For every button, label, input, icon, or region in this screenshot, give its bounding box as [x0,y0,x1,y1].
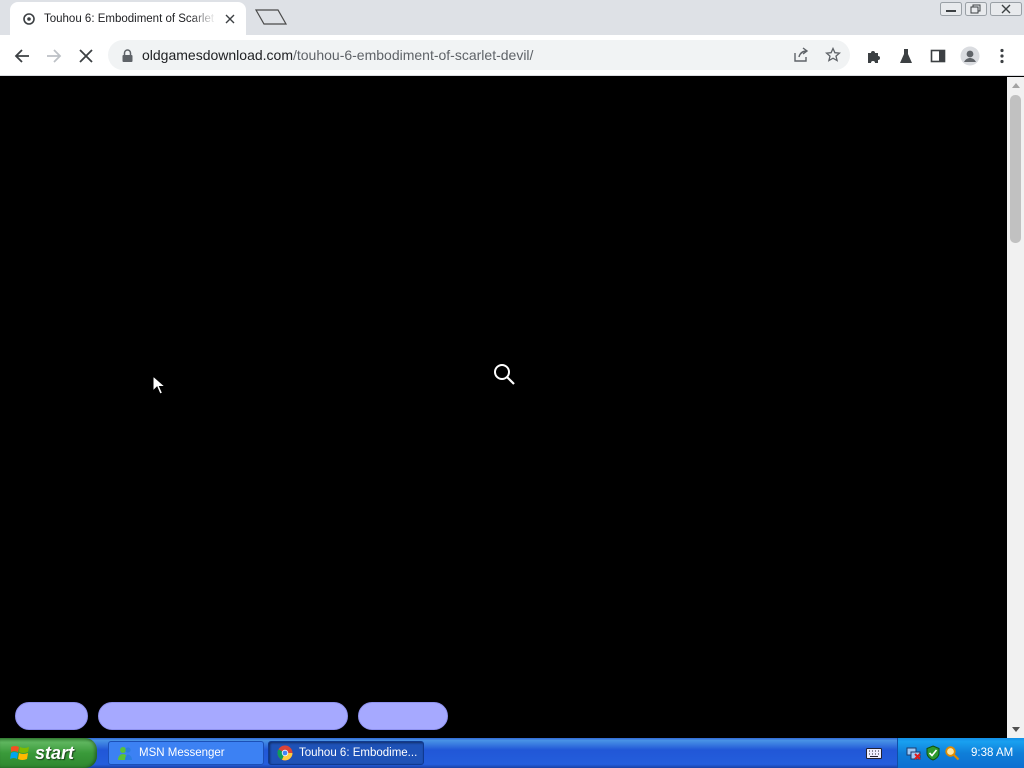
msn-messenger-icon [118,747,132,760]
profile-button[interactable] [957,43,983,69]
bookmark-button[interactable] [823,45,843,65]
site-favicon-icon [22,12,36,26]
back-button[interactable] [9,43,35,69]
browser-tab-strip: Touhou 6: Embodiment of Scarlet Devil [0,0,1024,35]
close-tab-icon[interactable] [222,11,238,27]
browser-tab[interactable]: Touhou 6: Embodiment of Scarlet Devil [10,2,246,35]
browser-menu-button[interactable] [989,43,1015,69]
tab-title: Touhou 6: Embodiment of Scarlet Devil [44,12,216,25]
vertical-scrollbar[interactable] [1007,77,1024,738]
forward-button[interactable] [41,43,67,69]
taskbar-item-label: Touhou 6: Embodime... [299,747,418,759]
minimize-button[interactable] [939,1,963,17]
address-bar[interactable]: oldgamesdownload.com/touhou-6-embodiment… [108,40,850,70]
scroll-up-arrow-icon[interactable] [1007,77,1024,94]
taskbar-item-label: MSN Messenger [139,747,225,759]
taskbar-clock[interactable]: 9:38 AM [971,747,1013,759]
page-content [0,77,1007,738]
share-button[interactable] [791,45,811,65]
extensions-button[interactable] [861,43,887,69]
placeholder-pill-1[interactable] [15,702,88,730]
scrollbar-thumb[interactable] [1010,95,1021,243]
system-tray: 9:38 AM [897,738,1024,768]
taskbar-item-browser[interactable]: Touhou 6: Embodime... [268,741,424,765]
back-arrow-icon [14,49,29,63]
stop-icon [79,49,93,63]
kebab-menu-icon [1000,48,1004,64]
close-window-button[interactable] [989,1,1023,17]
avatar-icon [960,46,980,66]
side-panel-button[interactable] [925,43,951,69]
placeholder-pill-3[interactable] [358,702,448,730]
lock-icon[interactable] [120,48,134,62]
url-text[interactable]: oldgamesdownload.com/touhou-6-embodiment… [142,47,533,63]
security-shield-icon[interactable] [925,745,941,761]
mouse-cursor-icon [152,374,167,395]
taskbar-item-msn-messenger[interactable]: MSN Messenger [108,741,264,765]
forward-arrow-icon [47,49,62,63]
restore-button[interactable] [964,1,988,17]
windows-flag-icon [10,746,29,760]
network-warning-icon[interactable] [906,745,922,761]
chrome-icon [277,745,293,761]
flask-icon [900,49,912,63]
placeholder-pill-2[interactable] [98,702,348,730]
labs-button[interactable] [893,43,919,69]
windows-taskbar: start MSN Messenger Touhou 6: Embodime..… [0,738,1024,768]
url-path: /touhou-6-embodiment-of-scarlet-devil/ [292,47,534,63]
search-tray-icon[interactable] [944,745,960,761]
new-tab-button[interactable] [254,8,288,26]
browser-toolbar: oldgamesdownload.com/touhou-6-embodiment… [0,35,1024,76]
search-icon[interactable] [492,362,516,386]
scroll-down-arrow-icon[interactable] [1007,721,1024,738]
star-icon [825,47,841,62]
window-controls [939,0,1024,17]
stop-loading-button[interactable] [73,43,99,69]
puzzle-icon [868,51,880,63]
url-host: oldgamesdownload.com [142,47,293,63]
keyboard-layout-icon[interactable] [866,746,882,760]
start-label: start [35,742,75,763]
start-button[interactable]: start [0,738,97,768]
share-icon [794,47,809,62]
side-panel-icon [930,49,946,63]
